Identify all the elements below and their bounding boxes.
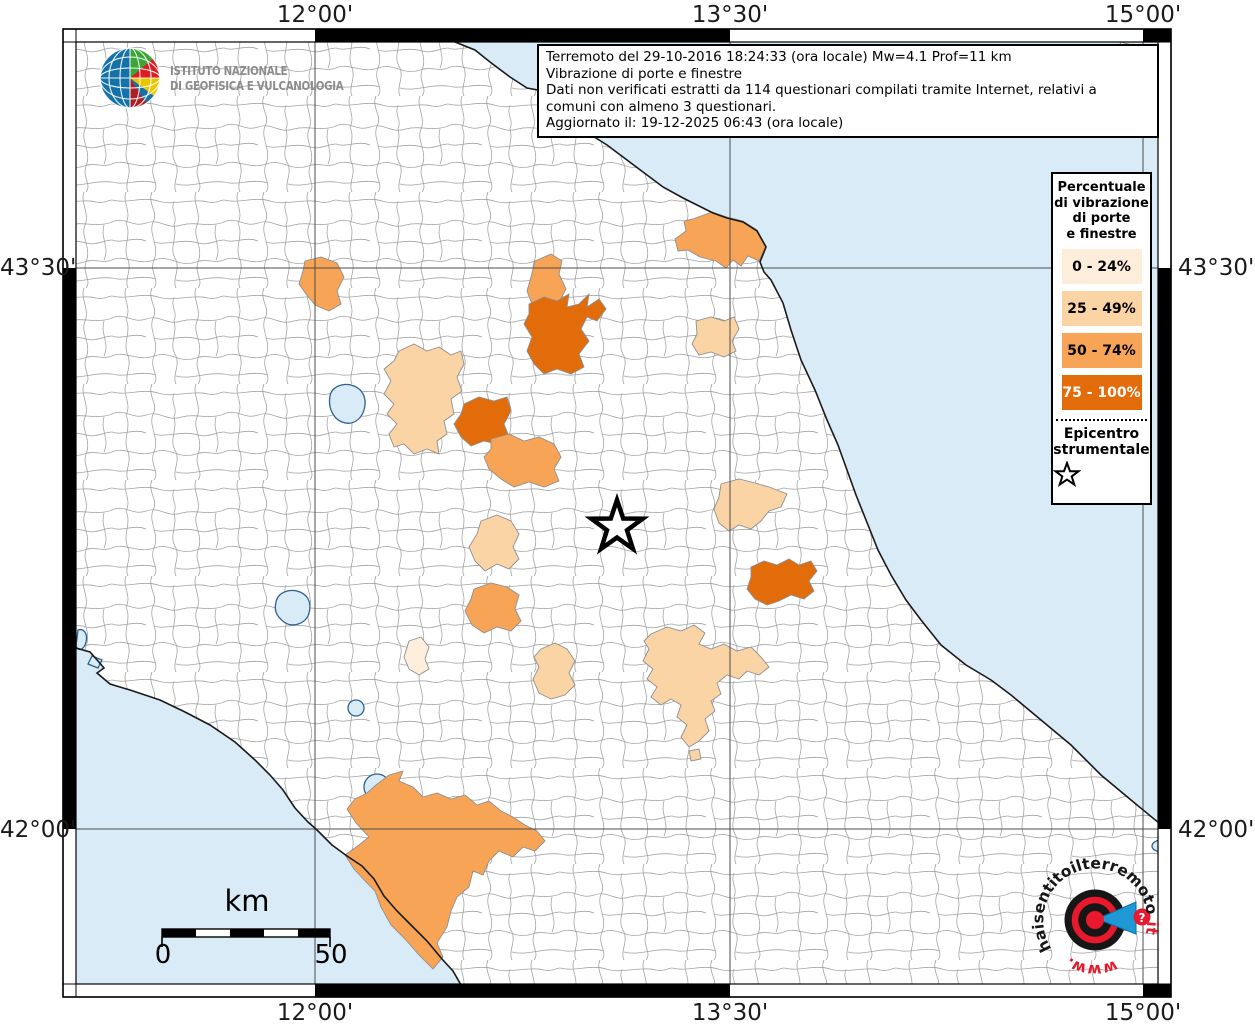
axis-left-4330: 43°30' — [0, 255, 77, 281]
lake-bolsena — [274, 589, 311, 626]
hsit-map-page: ? haisentitoilterremoto .it www. 12°00' 1… — [0, 0, 1255, 1024]
axis-top-1330: 13°30' — [691, 2, 769, 28]
axis-bottom-12: 12°00' — [276, 1000, 354, 1024]
legend-text-line: Percentuale — [1057, 180, 1146, 195]
legend-class-0: 0 - 24% — [1061, 249, 1142, 284]
legend: Percentuale di vibrazione di porte e finest… — [1051, 172, 1152, 505]
info-line-source: Dati non verificati estratti da 114 ques… — [546, 82, 1097, 115]
map-canvas: ? haisentitoilterremoto .it www. — [62, 28, 1172, 998]
info-line-event: Terremoto del 29-10-2016 18:24:33 (ora l… — [546, 49, 1012, 65]
event-info-box: Terremoto del 29-10-2016 18:24:33 (ora l… — [537, 44, 1159, 138]
legend-class-1: 25 - 49% — [1061, 291, 1142, 326]
lake-vico — [347, 699, 365, 717]
ingv-logo: ISTITUTO NAZIONALE DI GEOFISICA E VULCAN… — [98, 46, 381, 110]
axis-top-15: 15°00' — [1104, 2, 1182, 28]
lake-trasimeno — [328, 383, 366, 424]
axis-left-42: 42°00' — [0, 817, 77, 843]
legend-text-line: e finestre — [1066, 226, 1137, 242]
legend-epicenter-label: Epicentro strumentale — [1053, 426, 1150, 458]
legend-title: Percentuale di vibrazione di porte e finest… — [1053, 180, 1150, 242]
region-peach-south-small — [532, 642, 576, 700]
scale-start-label: 0 — [154, 940, 172, 970]
ingv-globe-icon — [99, 47, 161, 109]
legend-class-2: 50 - 74% — [1061, 333, 1142, 368]
axis-right-4330: 43°30' — [1178, 255, 1255, 281]
axis-right-42: 42°00' — [1178, 817, 1255, 843]
ingv-name-line2: DI GEOFISICA E VULCANOLOGIA — [170, 78, 344, 93]
scale-unit-label: km — [224, 884, 270, 918]
axis-bottom-1330: 13°30' — [691, 1000, 769, 1024]
bullseye-center — [1086, 911, 1104, 929]
region-peach-east-north — [691, 316, 740, 358]
scale-end-label: 50 — [314, 940, 348, 970]
info-line-effect: Vibrazione di porte e finestre — [546, 65, 743, 82]
legend-text-line: strumentale — [1053, 442, 1150, 458]
legend-text-line: di vibrazione — [1054, 195, 1149, 211]
axis-bottom-15: 15°00' — [1104, 1000, 1182, 1024]
legend-star-icon — [1053, 461, 1150, 487]
legend-divider — [1056, 419, 1147, 421]
legend-text-line: Epicentro — [1063, 426, 1140, 442]
region-mid-south — [464, 582, 522, 634]
axis-top-12: 12°00' — [276, 2, 354, 28]
legend-classes: 0 - 24% 25 - 49% 50 - 74% 75 - 100% — [1053, 249, 1150, 410]
ingv-name: ISTITUTO NAZIONALE DI GEOFISICA E VULCAN… — [170, 63, 344, 93]
legend-text-line: di porte — [1072, 211, 1131, 226]
info-line-updated: Aggiornato il: 19-12-2025 06:43 (ora loc… — [546, 115, 844, 131]
legend-class-3: 75 - 100% — [1061, 375, 1142, 410]
ingv-name-line1: ISTITUTO NAZIONALE — [170, 63, 288, 78]
map-content — [76, 42, 1158, 984]
region-peach-dot — [688, 748, 702, 762]
